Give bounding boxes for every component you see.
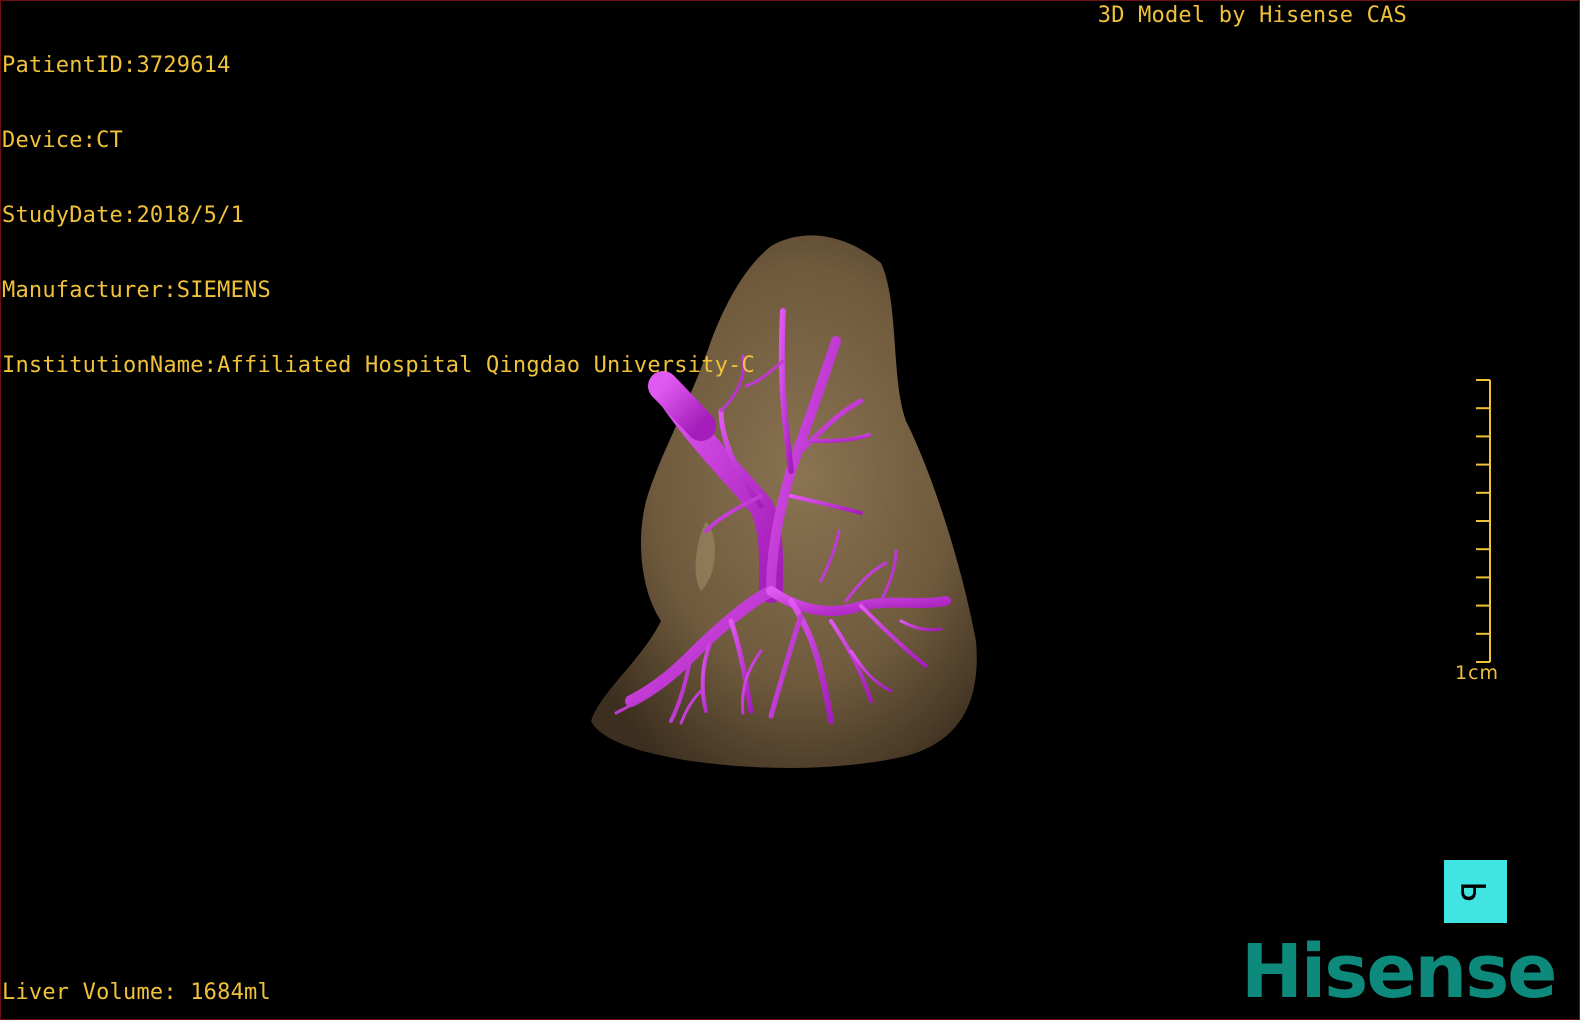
scale-ruler (1476, 379, 1491, 663)
patient-id: PatientID:3729614 (2, 53, 231, 78)
hisense-logo: Hisense (1241, 929, 1557, 1015)
model-credit: 3D Model by Hisense CAS (1097, 3, 1407, 28)
orientation-marker[interactable]: P (1444, 860, 1507, 923)
patient-info-overlay: PatientID:3729614 Device:CT StudyDate:20… (2, 3, 755, 428)
orientation-letter: P (1455, 881, 1495, 902)
device: Device:CT (2, 128, 124, 153)
scale-label: 1cm (1455, 662, 1500, 684)
study-date: StudyDate:2018/5/1 (2, 203, 245, 228)
manufacturer: Manufacturer:SIEMENS (2, 278, 271, 303)
liver-volume: Liver Volume: 1684ml (2, 980, 271, 1005)
3d-viewport[interactable]: PatientID:3729614 Device:CT StudyDate:20… (0, 0, 1580, 1020)
institution-name: InstitutionName:Affiliated Hospital Qing… (2, 353, 755, 378)
